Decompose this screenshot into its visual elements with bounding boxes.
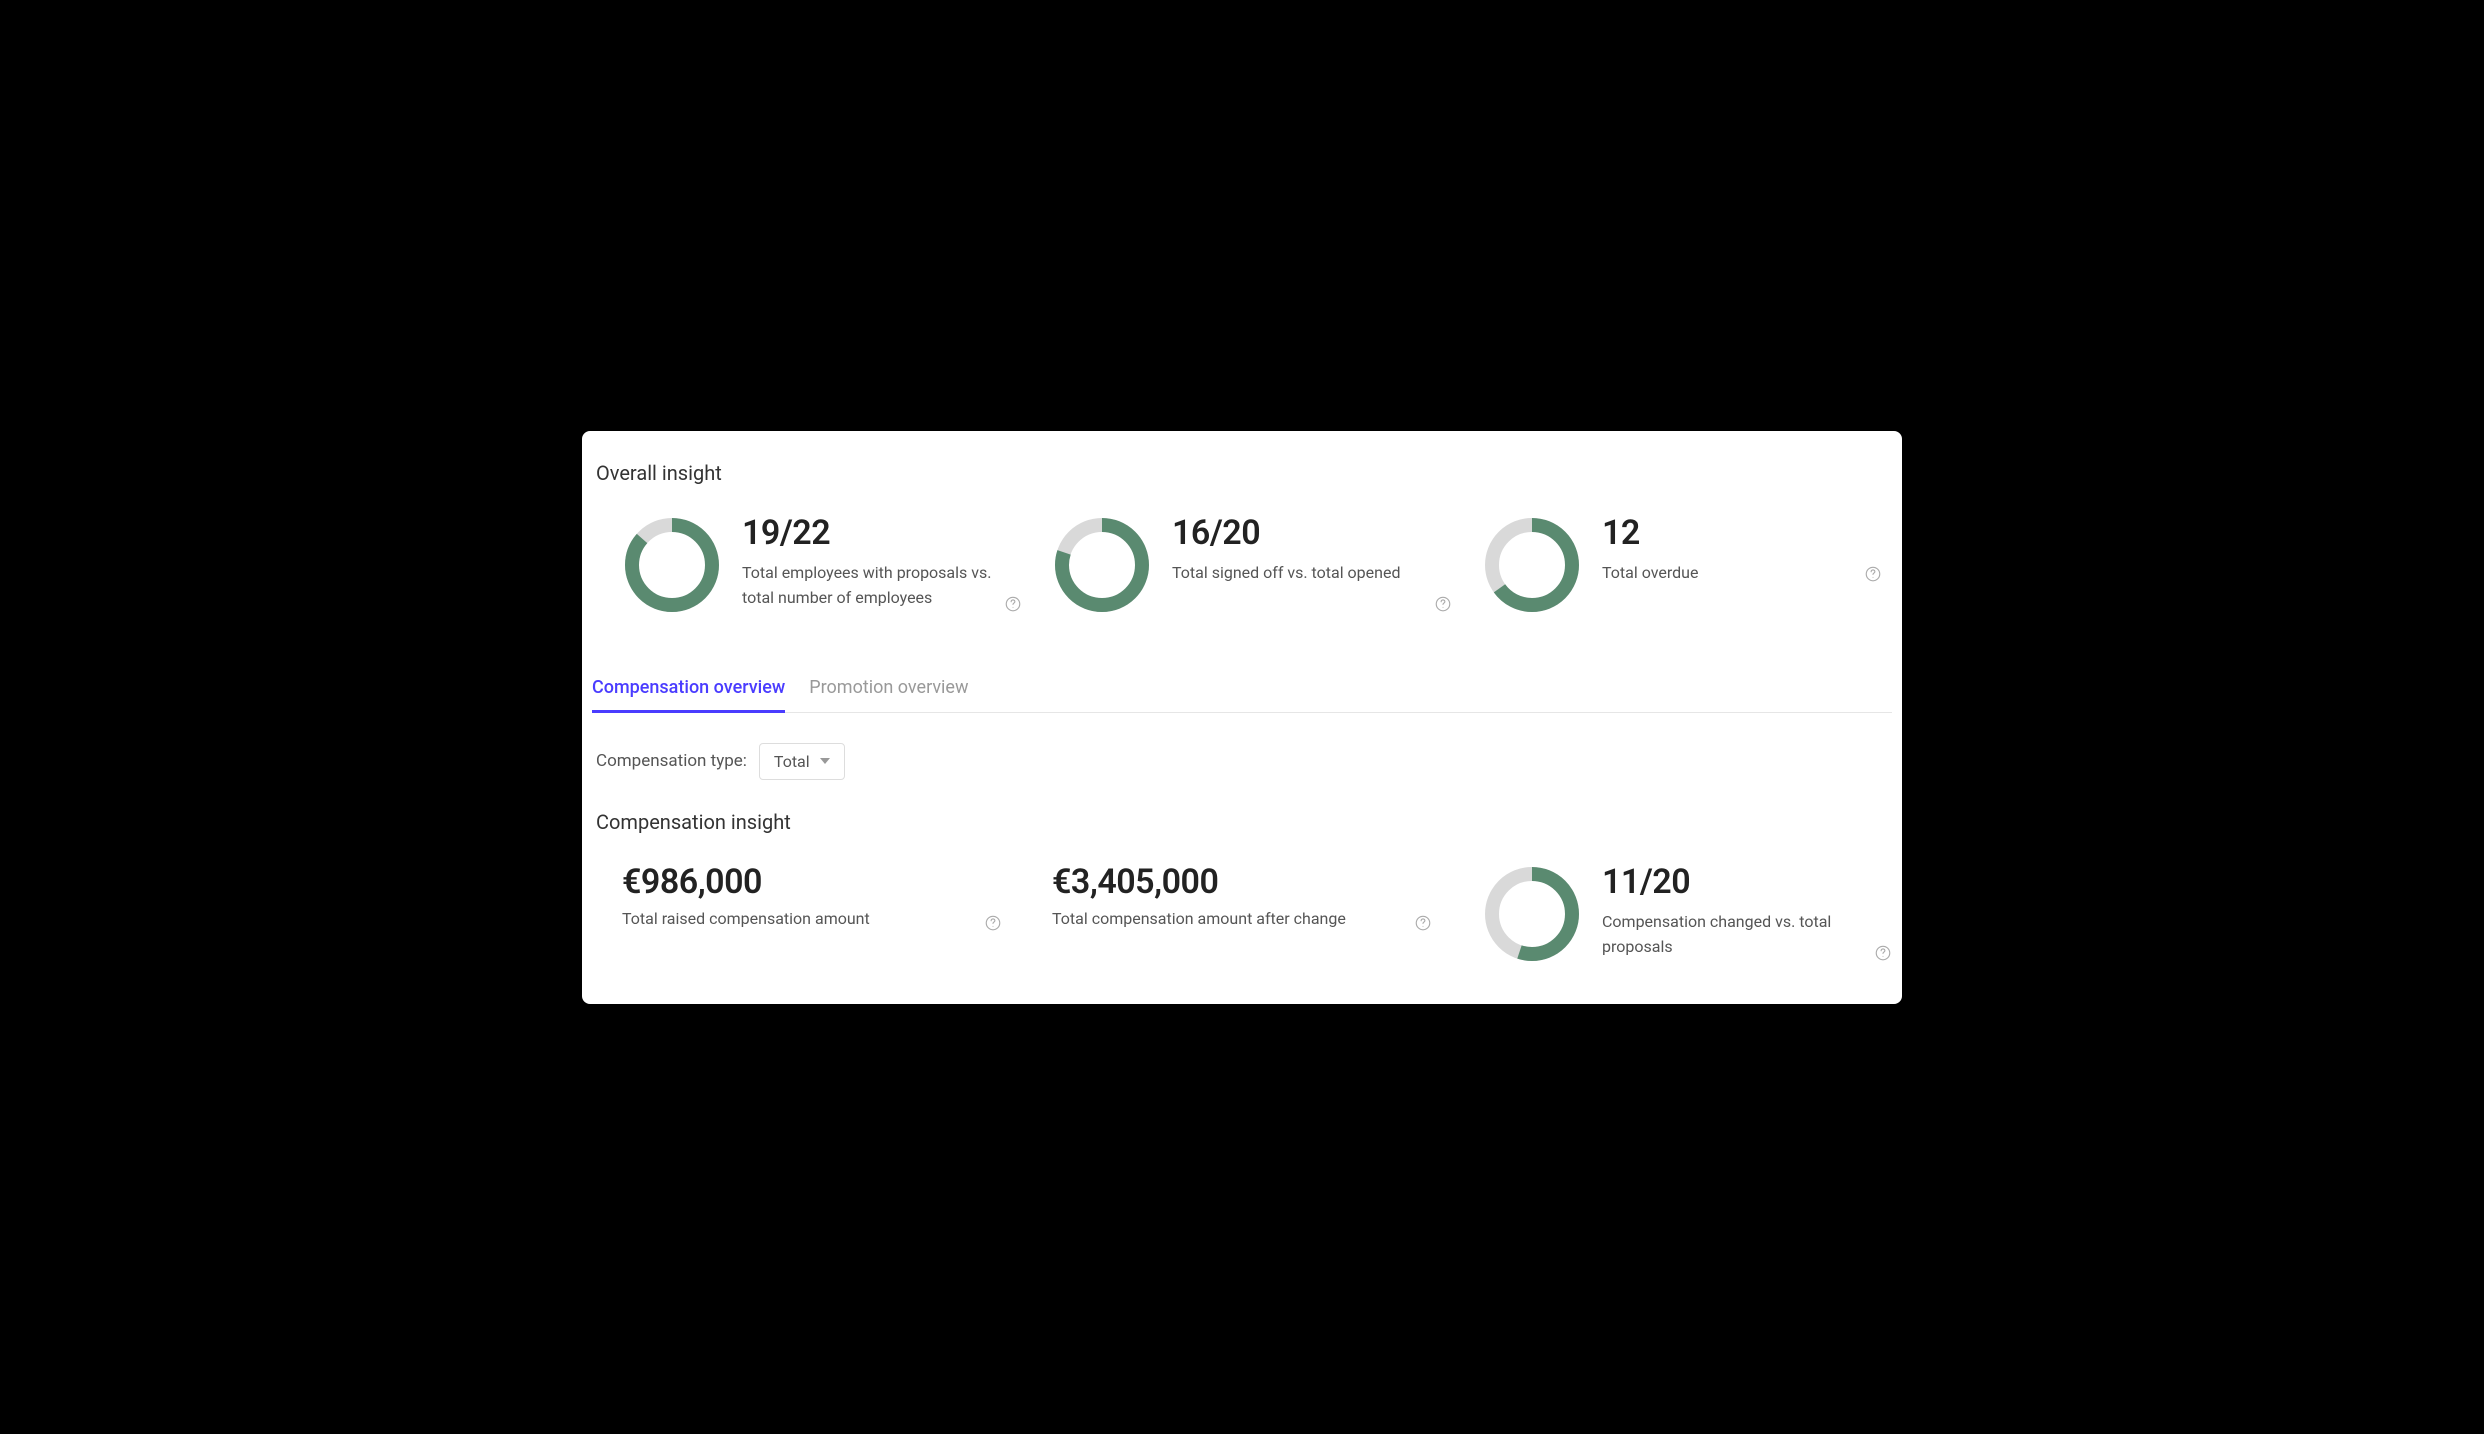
insight-label: Total signed off vs. total opened	[1172, 560, 1432, 586]
insight-value: 19/22	[742, 515, 1002, 552]
insight-value: 12	[1602, 515, 1862, 552]
insight-item-proposals: 19/22 Total employees with proposals vs.…	[622, 515, 1032, 615]
compensation-type-select[interactable]: Total	[759, 743, 845, 780]
donut-chart-signedoff	[1052, 515, 1152, 615]
dashboard-card: Overall insight 19/22 Total employees wi…	[582, 431, 1902, 1004]
help-icon[interactable]	[1864, 565, 1882, 583]
comp-label: Total compensation amount after change	[1052, 909, 1462, 928]
comp-label: Total raised compensation amount	[622, 909, 1032, 928]
comp-item-after-change: €3,405,000 Total compensation amount aft…	[1052, 864, 1462, 964]
comp-item-changed: 11/20 Compensation changed vs. total pro…	[1482, 864, 1892, 964]
comp-value: €3,405,000	[1052, 864, 1462, 901]
comp-value: 11/20	[1602, 864, 1852, 901]
insight-text: 11/20 Compensation changed vs. total pro…	[1602, 864, 1892, 961]
help-icon[interactable]	[1414, 914, 1432, 932]
insight-item-overdue: 12 Total overdue	[1482, 515, 1892, 615]
tabs-row: Compensation overview Promotion overview	[592, 665, 1892, 713]
help-icon[interactable]	[1004, 595, 1022, 613]
help-icon[interactable]	[1874, 944, 1892, 962]
comp-value: €986,000	[622, 864, 1032, 901]
tab-compensation-overview[interactable]: Compensation overview	[592, 665, 785, 713]
overall-insight-row: 19/22 Total employees with proposals vs.…	[592, 515, 1892, 615]
insight-label: Total employees with proposals vs. total…	[742, 560, 1002, 611]
compensation-row: €986,000 Total raised compensation amoun…	[592, 864, 1892, 964]
insight-item-signedoff: 16/20 Total signed off vs. total opened	[1052, 515, 1462, 615]
insight-text: 16/20 Total signed off vs. total opened	[1172, 515, 1462, 586]
donut-chart-proposals	[622, 515, 722, 615]
insight-text: 12 Total overdue	[1602, 515, 1892, 586]
help-icon[interactable]	[1434, 595, 1452, 613]
select-value: Total	[774, 752, 810, 771]
insight-text: 19/22 Total employees with proposals vs.…	[742, 515, 1032, 612]
chevron-down-icon	[820, 758, 830, 764]
filter-row: Compensation type: Total	[592, 743, 1892, 780]
comp-label: Compensation changed vs. total proposals	[1602, 909, 1852, 960]
insight-value: 16/20	[1172, 515, 1432, 552]
donut-chart-overdue	[1482, 515, 1582, 615]
compensation-insight-title: Compensation insight	[592, 810, 1892, 834]
comp-item-raised: €986,000 Total raised compensation amoun…	[622, 864, 1032, 964]
tab-promotion-overview[interactable]: Promotion overview	[809, 665, 968, 713]
help-icon[interactable]	[984, 914, 1002, 932]
overall-insight-title: Overall insight	[592, 461, 1892, 485]
compensation-type-label: Compensation type:	[596, 751, 747, 771]
insight-label: Total overdue	[1602, 560, 1862, 586]
donut-chart-changed	[1482, 864, 1582, 964]
